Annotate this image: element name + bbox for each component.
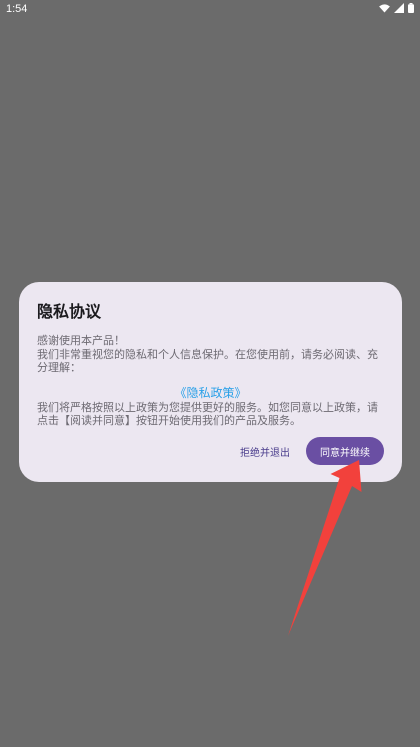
agree-continue-button[interactable]: 同意并继续 — [306, 437, 384, 465]
privacy-intro-text: 我们非常重视您的隐私和个人信息保护。在您使用前，请务必阅读、充分理解： — [37, 347, 378, 375]
signal-icon — [394, 3, 404, 13]
greeting-text: 感谢使用本产品！ — [37, 334, 125, 347]
battery-icon — [408, 3, 414, 13]
privacy-consent-text: 我们将严格按照以上政策为您提供更好的服务。如您同意以上政策，请点击【阅读并同意】… — [37, 400, 378, 428]
reject-exit-button[interactable]: 拒绝并退出 — [238, 438, 292, 465]
status-time: 1:54 — [6, 3, 28, 15]
dialog-body: 感谢使用本产品！ 我们非常重视您的隐私和个人信息保护。在您使用前，请务必阅读、充… — [37, 334, 384, 428]
wifi-icon — [379, 3, 390, 13]
status-bar: 1:54 — [0, 0, 420, 18]
dialog-actions: 拒绝并退出 同意并继续 — [238, 437, 384, 465]
privacy-dialog: 隐私协议 感谢使用本产品！ 我们非常重视您的隐私和个人信息保护。在您使用前，请务… — [19, 282, 402, 482]
dialog-title: 隐私协议 — [37, 302, 102, 321]
privacy-policy-link[interactable]: 《隐私政策》 — [37, 385, 384, 401]
status-icons — [379, 3, 414, 13]
